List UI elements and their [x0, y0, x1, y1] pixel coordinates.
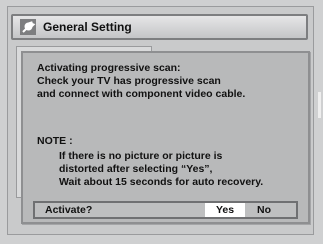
progressive-scan-dialog: Activating progressive scan: Check your … — [21, 51, 310, 224]
note-line: distorted after selecting “Yes”, — [59, 163, 213, 175]
note-line: If there is no picture or picture is — [59, 150, 223, 162]
note-line: Wait about 15 seconds for auto recovery. — [59, 176, 264, 188]
message-line: Activating progressive scan: — [37, 62, 181, 74]
wrench-icon — [19, 18, 37, 36]
yes-button[interactable]: Yes — [205, 203, 245, 217]
activate-prompt-row: Activate? Yes No — [33, 201, 298, 219]
window-title: General Setting — [43, 20, 132, 34]
message-line: and connect with component video cable. — [37, 88, 246, 100]
background-scroll-marker — [318, 92, 321, 118]
activate-prompt-label: Activate? — [45, 204, 93, 216]
dialog-message: Activating progressive scan: Check your … — [37, 62, 245, 101]
no-button[interactable]: No — [245, 203, 283, 217]
note-title: NOTE : — [37, 135, 73, 147]
screen: General Setting Activating progressive s… — [0, 0, 323, 244]
message-line: Check your TV has progressive scan — [37, 75, 221, 87]
note-body: If there is no picture or picture is dis… — [59, 150, 263, 189]
title-bar: General Setting — [11, 14, 308, 40]
